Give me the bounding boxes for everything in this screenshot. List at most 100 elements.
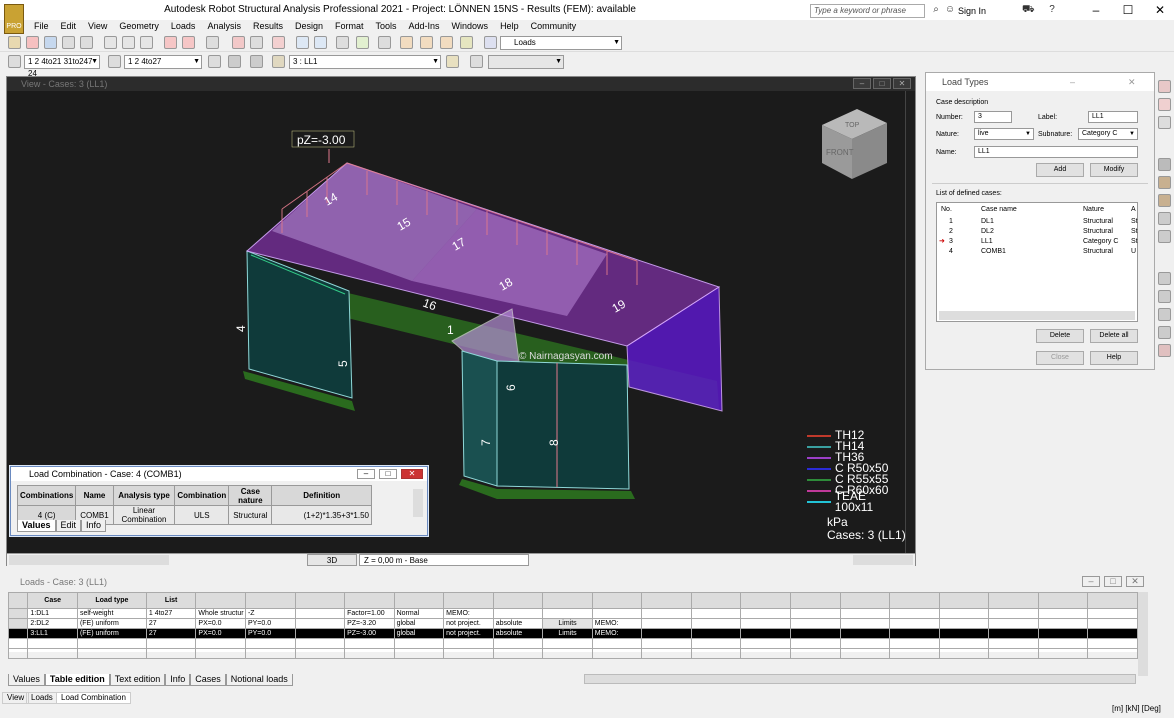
table-cell[interactable]: PZ=-3.00 [344,628,395,639]
lc-minimize-button[interactable]: – [357,469,375,479]
table-cell[interactable]: (FE) uniform [76,618,147,629]
row-header[interactable] [7,608,29,619]
empty-cell[interactable] [443,648,494,659]
menu-design[interactable]: Design [289,20,329,33]
empty-cell[interactable] [988,638,1039,649]
viewcube[interactable]: TOP FRONT [822,109,887,179]
empty-cell[interactable] [591,638,643,649]
lc-cell[interactable]: ULS [174,505,230,525]
tool-icon[interactable] [1158,230,1171,243]
tool-icon[interactable] [1158,116,1171,129]
table-cell[interactable] [740,628,791,639]
maximize-button[interactable]: ☐ [1114,2,1142,18]
table-cell[interactable] [690,608,742,619]
empty-cell[interactable] [393,638,445,649]
filter-icon[interactable] [208,55,221,68]
new-icon[interactable] [8,36,21,49]
table-cell[interactable]: global [393,618,445,629]
name-field[interactable]: LL1 [974,146,1138,158]
table-cell[interactable] [1087,608,1138,619]
empty-cell[interactable] [839,638,891,649]
loads-tab-text-edition[interactable]: Text edition [109,674,166,686]
paste-icon[interactable] [140,36,153,49]
menu-tools[interactable]: Tools [370,20,403,33]
bar-selection-combo[interactable]: 1 2 4to27 ▼ [124,55,202,69]
tool-icon[interactable] [1158,212,1171,225]
loads-column-header[interactable] [641,592,692,609]
table-cell[interactable]: PX=0.0 [195,618,246,629]
tables-icon[interactable] [232,36,245,49]
table-cell[interactable] [988,608,1039,619]
empty-cell[interactable] [938,648,990,659]
properties-icon[interactable] [206,36,219,49]
table-cell[interactable] [789,628,841,639]
empty-cell[interactable] [1037,638,1089,649]
subnature-select[interactable]: Category C ▼ [1078,128,1138,140]
empty-cell[interactable] [195,648,246,659]
table-cell[interactable] [294,618,346,629]
table-cell[interactable] [591,608,643,619]
loads-column-header[interactable] [393,592,445,609]
number-field[interactable]: 3 [974,111,1012,123]
loads-column-header[interactable] [244,592,296,609]
row-header[interactable] [7,618,29,629]
status-tab-load-combination[interactable]: Load Combination [56,692,131,704]
empty-cell[interactable] [244,648,296,659]
lock-icon[interactable] [272,36,285,49]
empty-cell[interactable] [542,638,593,649]
tool-icon[interactable] [1158,194,1171,207]
binoculars-icon[interactable]: ⌕ [930,4,942,16]
table-cell[interactable] [839,608,891,619]
layout-select[interactable]: Loads ▼ [500,36,622,50]
empty-cell[interactable] [145,648,197,659]
search-input[interactable]: Type a keyword or phrase [810,4,925,18]
add-button[interactable]: Add [1036,163,1084,177]
loads-column-header[interactable] [344,592,395,609]
empty-cell[interactable] [938,638,990,649]
menu-analysis[interactable]: Analysis [201,20,247,33]
list-scrollbar[interactable] [939,311,1135,320]
table-row[interactable]: 2:DL2 (FE) uniform 27 PX=0.0 PY=0.0 PZ=-3.20 g… [7,618,1138,629]
table-cell[interactable] [988,618,1039,629]
empty-cell[interactable] [294,638,346,649]
loads-minimize-button[interactable]: – [1082,576,1100,587]
lc-tab-info[interactable]: Info [81,520,107,532]
empty-cell[interactable] [76,638,147,649]
menu-file[interactable]: File [28,20,55,33]
empty-cell[interactable] [1087,638,1138,649]
table-cell[interactable]: not project. [443,628,494,639]
table-cell[interactable]: Normal [393,608,445,619]
select-icon[interactable] [8,55,21,68]
tool-icon[interactable] [1158,272,1171,285]
table-cell[interactable] [1087,618,1138,629]
case-list-item[interactable]: 2 DL2 Structural St [937,227,1138,237]
lc-column-header[interactable]: Name [75,485,114,506]
table-cell[interactable] [740,618,791,629]
empty-cell[interactable] [344,638,395,649]
empty-cell[interactable] [889,648,940,659]
loads-column-header[interactable] [294,592,346,609]
view-right-tools-icon[interactable] [853,555,913,565]
tool-icon[interactable] [1158,290,1171,303]
bar-select-icon[interactable] [108,55,121,68]
table-cell[interactable]: 27 [145,628,197,639]
empty-cell[interactable] [294,648,346,659]
loads-column-header[interactable]: Load type [76,592,147,609]
table-cell[interactable]: absolute [492,618,544,629]
loads-grid[interactable]: Case Load type List 1:DL1 self-weight 1 4to2… [7,592,1138,659]
loads-column-header[interactable] [443,592,494,609]
loads-column-header[interactable] [195,592,246,609]
loads-column-header[interactable] [789,592,841,609]
lc-tab-edit[interactable]: Edit [55,520,82,532]
loads-column-header[interactable] [988,592,1039,609]
case-icon[interactable] [272,55,285,68]
empty-cell[interactable] [839,648,891,659]
modify-button[interactable]: Modify [1090,163,1138,177]
loads-tab-notional-loads[interactable]: Notional loads [225,674,293,686]
table-cell[interactable]: global [393,628,445,639]
lc-maximize-button[interactable]: □ [379,469,397,479]
table-cell[interactable] [294,608,346,619]
copy-icon[interactable] [122,36,135,49]
table-cell[interactable] [542,608,593,619]
tool-icon[interactable] [1158,176,1171,189]
